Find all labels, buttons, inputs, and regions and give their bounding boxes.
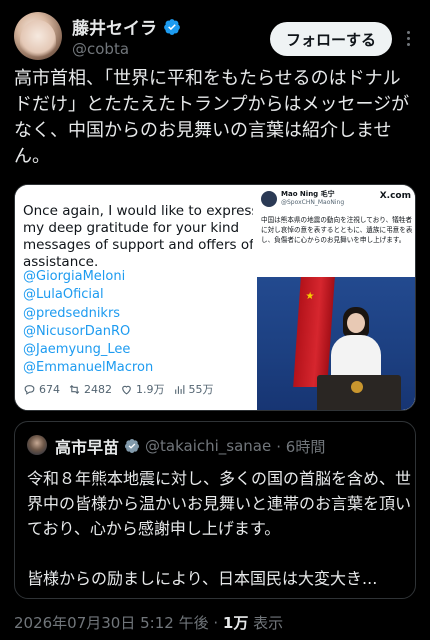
mention-link: @LulaOficial <box>23 287 104 303</box>
more-options-icon[interactable] <box>400 26 416 50</box>
author-name-row: 藤井セイラ <box>72 14 181 39</box>
views-stat: 55万 <box>173 381 214 397</box>
avatar[interactable] <box>14 12 62 60</box>
media-right-header: Mao Ning 毛宁 @SpoxCHN_MaoNing X.com <box>253 185 415 211</box>
follow-button[interactable]: フォローする <box>270 22 392 56</box>
x-logo-text: X.com <box>379 191 411 201</box>
mention-link: @Jaemyung_Lee <box>23 342 131 358</box>
quote-tweet[interactable]: 高市早苗 @takaichi_sanae · 6時間 令和８年熊本地震に対し、多… <box>14 421 416 599</box>
retweet-icon <box>69 384 80 394</box>
author-display-name[interactable]: 藤井セイラ <box>72 14 157 39</box>
media-screenshot-left: Once again, I would like to express my d… <box>15 185 267 410</box>
media-right-text: 中国は熊本県の地震の動向を注視しており、犠牲者に対し哀悼の意を表するとともに、遺… <box>261 216 413 245</box>
author-handle[interactable]: @cobta <box>72 40 129 58</box>
podium-image <box>317 375 401 410</box>
quote-paragraph: 令和８年熊本地震に対し、多くの国の首脳を含め、世界中の皆様から温かいお見舞いと連… <box>27 469 412 538</box>
views-label: 表示 <box>248 614 284 632</box>
quote-paragraph: 皆様からの励ましにより、日本国民は大変大き... <box>27 569 378 588</box>
media-left-stats: 674 2482 1.9万 55万 <box>23 381 267 397</box>
avatar <box>261 191 277 207</box>
media-right-handle: @SpoxCHN_MaoNing <box>281 199 345 206</box>
china-flag-image <box>293 277 335 387</box>
mention-link: @EmmanuelMacron <box>23 360 154 376</box>
views-total: 1万 <box>222 614 249 632</box>
separator: · <box>208 614 223 632</box>
tweet-text: 高市首相、「世界に平和をもたらせるのはドナルドだけ」とたたえたトランプからはメッ… <box>14 68 410 167</box>
like-count: 1.9万 <box>136 383 165 396</box>
media-left-mentions: @GiorgiaMeloni @LulaOficial @predsednikr… <box>23 268 153 378</box>
tweet-footer: 2026年07月30日 5:12 午後 · 1万 表示 <box>14 612 283 633</box>
avatar[interactable] <box>27 435 47 455</box>
retweet-stat: 2482 <box>68 383 112 396</box>
like-stat: 1.9万 <box>120 381 165 397</box>
reply-icon <box>24 384 35 395</box>
tweet-media[interactable]: Once again, I would like to express my d… <box>14 184 416 411</box>
press-conference-photo <box>257 277 415 410</box>
views-count: 55万 <box>188 383 214 396</box>
verified-badge-icon <box>125 439 140 453</box>
mention-link: @GiorgiaMeloni <box>23 269 126 284</box>
tweet-header: 藤井セイラ @cobta フォローする <box>14 10 416 66</box>
timestamp[interactable]: 2026年07月30日 5:12 午後 <box>14 614 209 632</box>
mention-link: @predsednikrs <box>23 305 121 321</box>
quote-author-name[interactable]: 高市早苗 <box>55 434 119 458</box>
mention-link: @NicusorDanRO <box>23 323 131 339</box>
quote-time[interactable]: · 6時間 <box>276 436 325 457</box>
quote-author-handle[interactable]: @takaichi_sanae <box>145 437 271 455</box>
verified-badge-icon <box>164 18 180 35</box>
reply-count: 674 <box>39 382 60 396</box>
media-screenshot-right: Mao Ning 毛宁 @SpoxCHN_MaoNing X.com 中国は熊本… <box>253 185 415 410</box>
media-left-text: Once again, I would like to express my d… <box>23 203 259 270</box>
heart-icon <box>122 385 131 394</box>
media-right-name: Mao Ning 毛宁 <box>281 190 335 198</box>
reply-stat: 674 <box>23 383 60 396</box>
retweet-count: 2482 <box>84 382 112 396</box>
views-chart-icon <box>174 384 184 394</box>
quote-header: 高市早苗 @takaichi_sanae · 6時間 <box>55 434 325 458</box>
quote-text: 令和８年熊本地震に対し、多くの国の首脳を含め、世界中の皆様から温かいお見舞いと連… <box>27 466 411 591</box>
